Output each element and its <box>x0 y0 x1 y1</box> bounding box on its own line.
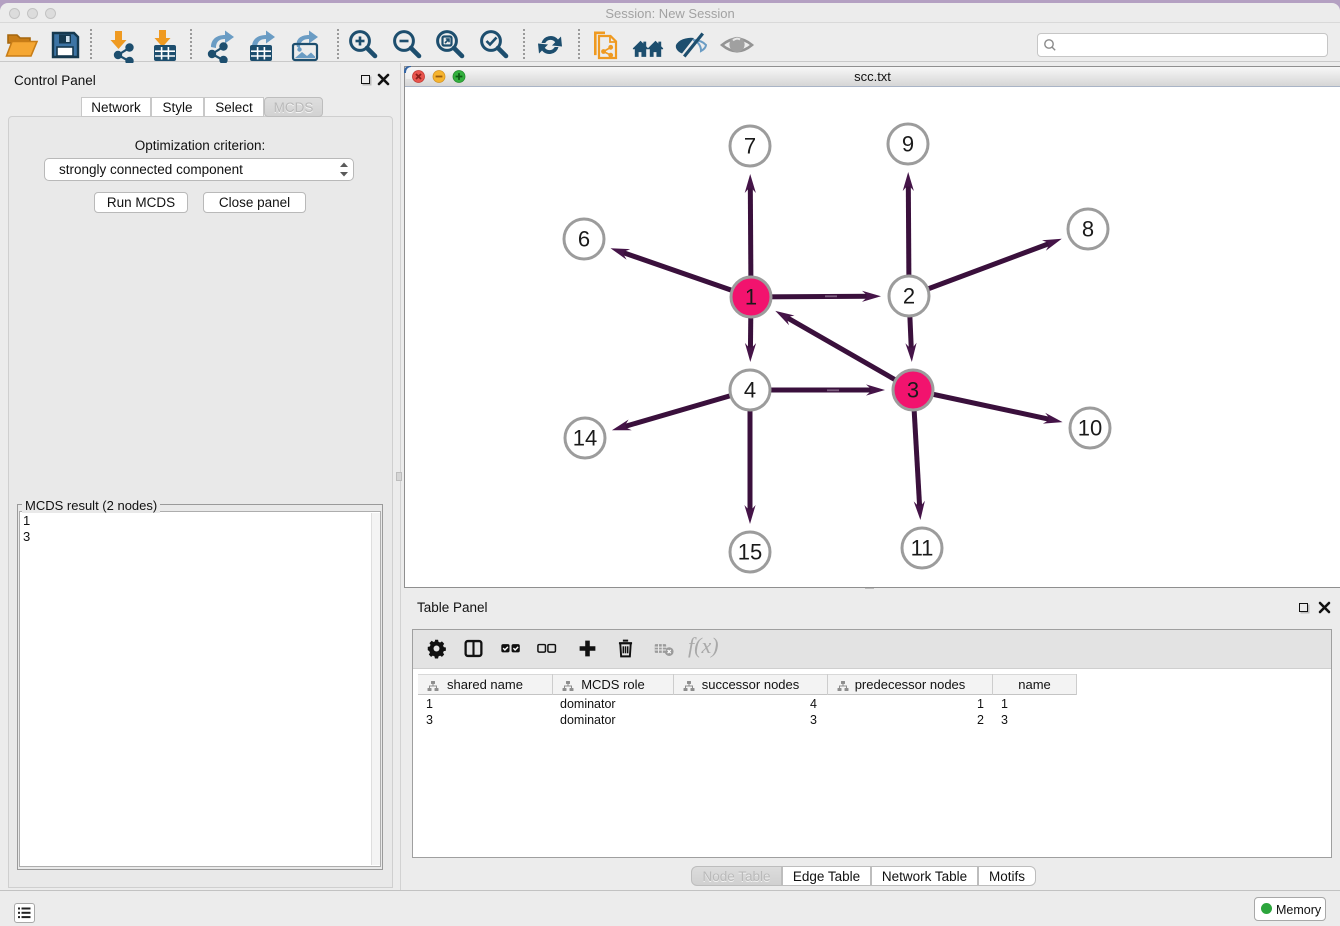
svg-text:4: 4 <box>744 378 756 403</box>
svg-text:15: 15 <box>738 540 762 565</box>
svg-text:10: 10 <box>1078 416 1102 441</box>
svg-text:7: 7 <box>744 134 756 159</box>
svg-text:1: 1 <box>745 285 757 310</box>
svg-text:14: 14 <box>573 426 597 451</box>
svg-text:3: 3 <box>907 378 919 403</box>
svg-text:9: 9 <box>902 132 914 157</box>
svg-text:8: 8 <box>1082 217 1094 242</box>
svg-text:2: 2 <box>903 284 915 309</box>
svg-text:11: 11 <box>911 536 934 561</box>
svg-text:6: 6 <box>578 227 590 252</box>
